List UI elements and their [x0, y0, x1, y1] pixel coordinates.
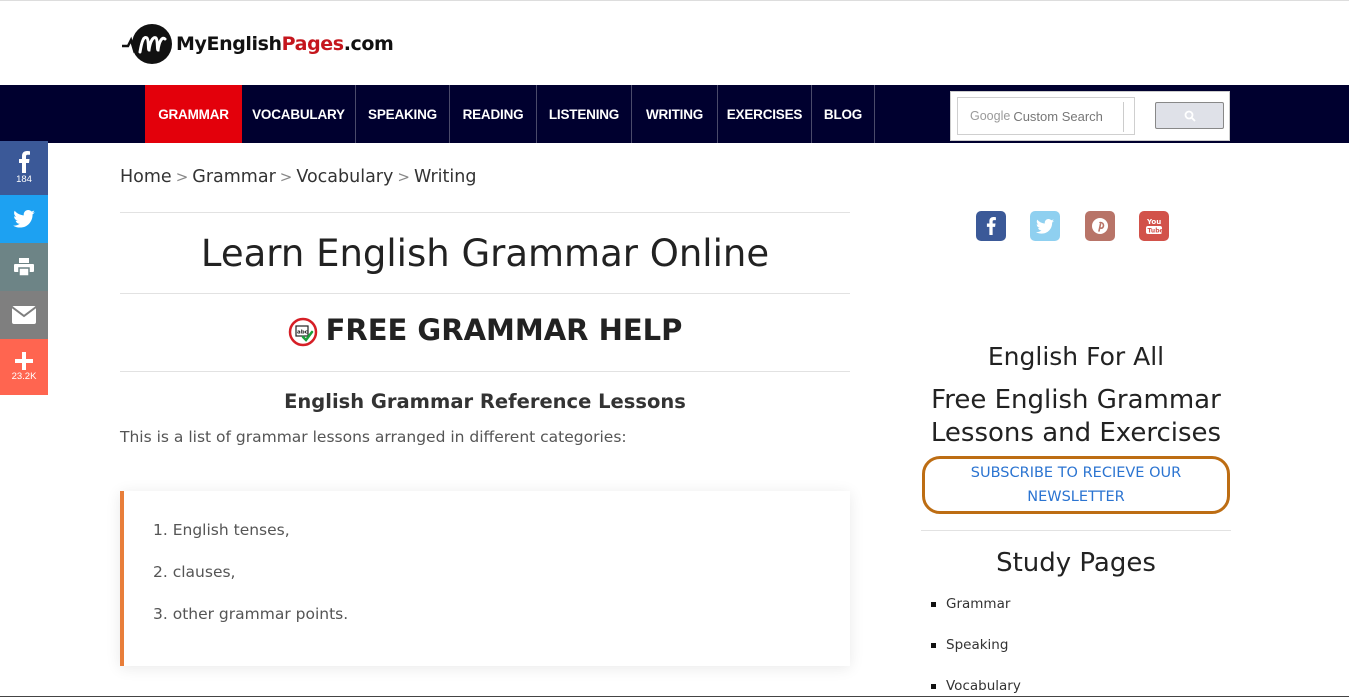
- logo-mark-icon: [122, 24, 172, 64]
- share-print-button[interactable]: [0, 243, 48, 291]
- section-title: abc FREE GRAMMAR HELP: [120, 313, 850, 347]
- google-label: Google: [970, 109, 1011, 123]
- share-facebook-button[interactable]: 184: [0, 141, 48, 195]
- plus-icon: [15, 352, 33, 370]
- share-more-button[interactable]: 23.2K: [0, 339, 48, 395]
- search-divider: [1123, 102, 1124, 132]
- breadcrumb-home[interactable]: Home: [120, 167, 172, 187]
- youtube-icon: You Tube: [1146, 218, 1164, 235]
- nav-item-speaking[interactable]: SPEAKING: [356, 85, 450, 143]
- study-item-label: Vocabulary: [946, 678, 1021, 694]
- study-pages-title: Study Pages: [996, 548, 1156, 578]
- study-item-label: Speaking: [946, 637, 1009, 653]
- subheading: English Grammar Reference Lessons: [284, 390, 686, 413]
- sidebar-pinterest-link[interactable]: [1085, 211, 1115, 241]
- nav-item-listening[interactable]: LISTENING: [537, 85, 632, 143]
- nav-item-reading[interactable]: READING: [450, 85, 537, 143]
- total-share-count: 23.2K: [11, 371, 37, 382]
- intro-text: This is a list of grammar lessons arrang…: [120, 428, 627, 446]
- search-input[interactable]: Google Custom Search: [957, 97, 1135, 135]
- print-icon: [14, 258, 34, 276]
- email-icon: [12, 306, 36, 324]
- divider: [120, 371, 850, 372]
- nav-item-grammar[interactable]: GRAMMAR: [145, 85, 242, 143]
- sidebar-twitter-link[interactable]: [1030, 211, 1060, 241]
- breadcrumb-separator: >: [175, 168, 189, 186]
- share-email-button[interactable]: [0, 291, 48, 339]
- page-title: Learn English Grammar Online: [200, 232, 770, 275]
- breadcrumb-writing[interactable]: Writing: [414, 167, 477, 187]
- sidebar-heading-free-lessons: Free English Grammar Lessons and Exercis…: [921, 384, 1231, 450]
- list-item: 3. other grammar points.: [153, 605, 349, 623]
- divider: [120, 293, 850, 294]
- nav-item-writing[interactable]: WRITING: [632, 85, 718, 143]
- breadcrumb-grammar[interactable]: Grammar: [192, 167, 276, 187]
- bullet: [931, 642, 936, 648]
- nav-item-blog[interactable]: BLOG: [812, 85, 875, 143]
- divider: [921, 530, 1231, 531]
- nav-item-vocabulary[interactable]: VOCABULARY: [242, 85, 356, 143]
- search-widget: Google Custom Search: [950, 91, 1230, 141]
- logo-text: MyEnglishPages.com: [176, 33, 394, 55]
- main-navbar: GRAMMAR VOCABULARY SPEAKING READING LIST…: [0, 85, 1349, 143]
- study-item-label: Grammar: [946, 596, 1011, 612]
- divider: [120, 212, 850, 213]
- sidebar-heading-line: Lessons and Exercises: [930, 418, 1222, 448]
- search-placeholder: Custom Search: [1013, 108, 1103, 124]
- facebook-share-count: 184: [16, 174, 32, 185]
- study-item-speaking[interactable]: Speaking: [931, 637, 1008, 653]
- list-item: 2. clauses,: [153, 563, 236, 581]
- study-item-grammar[interactable]: Grammar: [931, 596, 1010, 612]
- nav-menu: GRAMMAR VOCABULARY SPEAKING READING LIST…: [145, 85, 875, 143]
- svg-text:Tube: Tube: [1148, 228, 1164, 235]
- list-item: 1. English tenses,: [153, 521, 290, 539]
- facebook-icon: [986, 217, 996, 235]
- breadcrumb-vocabulary[interactable]: Vocabulary: [296, 167, 393, 187]
- svg-text:You: You: [1146, 218, 1161, 226]
- bullet: [931, 601, 936, 607]
- spellcheck-icon: abc: [288, 317, 317, 347]
- section-title-text: FREE GRAMMAR HELP: [325, 313, 683, 347]
- breadcrumb: Home > Grammar > Vocabulary > Writing: [120, 167, 476, 187]
- sidebar-heading-line: Free English Grammar: [931, 385, 1221, 415]
- search-button[interactable]: [1155, 102, 1224, 129]
- subscribe-newsletter-button[interactable]: SUBSCRIBE TO RECIEVE OUR NEWSLETTER: [922, 456, 1230, 514]
- svg-text:abc: abc: [297, 330, 308, 336]
- breadcrumb-separator: >: [397, 168, 410, 186]
- breadcrumb-separator: >: [279, 168, 293, 186]
- sidebar-heading-english-for-all: English For All: [987, 342, 1165, 371]
- site-header: MyEnglishPages.com: [0, 0, 1349, 85]
- share-twitter-button[interactable]: [0, 195, 48, 243]
- sidebar-facebook-link[interactable]: [976, 211, 1006, 241]
- nav-item-exercises[interactable]: EXERCISES: [718, 85, 812, 143]
- search-icon: [1184, 110, 1196, 122]
- twitter-icon: [1036, 218, 1054, 234]
- lesson-list-box: 1. English tenses, 2. clauses, 3. other …: [120, 491, 850, 666]
- sidebar-youtube-link[interactable]: You Tube: [1139, 211, 1169, 241]
- twitter-icon: [13, 210, 35, 228]
- facebook-icon: [19, 151, 30, 173]
- site-logo[interactable]: MyEnglishPages.com: [122, 21, 394, 67]
- study-item-vocabulary[interactable]: Vocabulary: [931, 678, 1021, 694]
- bullet: [931, 683, 936, 689]
- pinterest-icon: [1092, 218, 1108, 234]
